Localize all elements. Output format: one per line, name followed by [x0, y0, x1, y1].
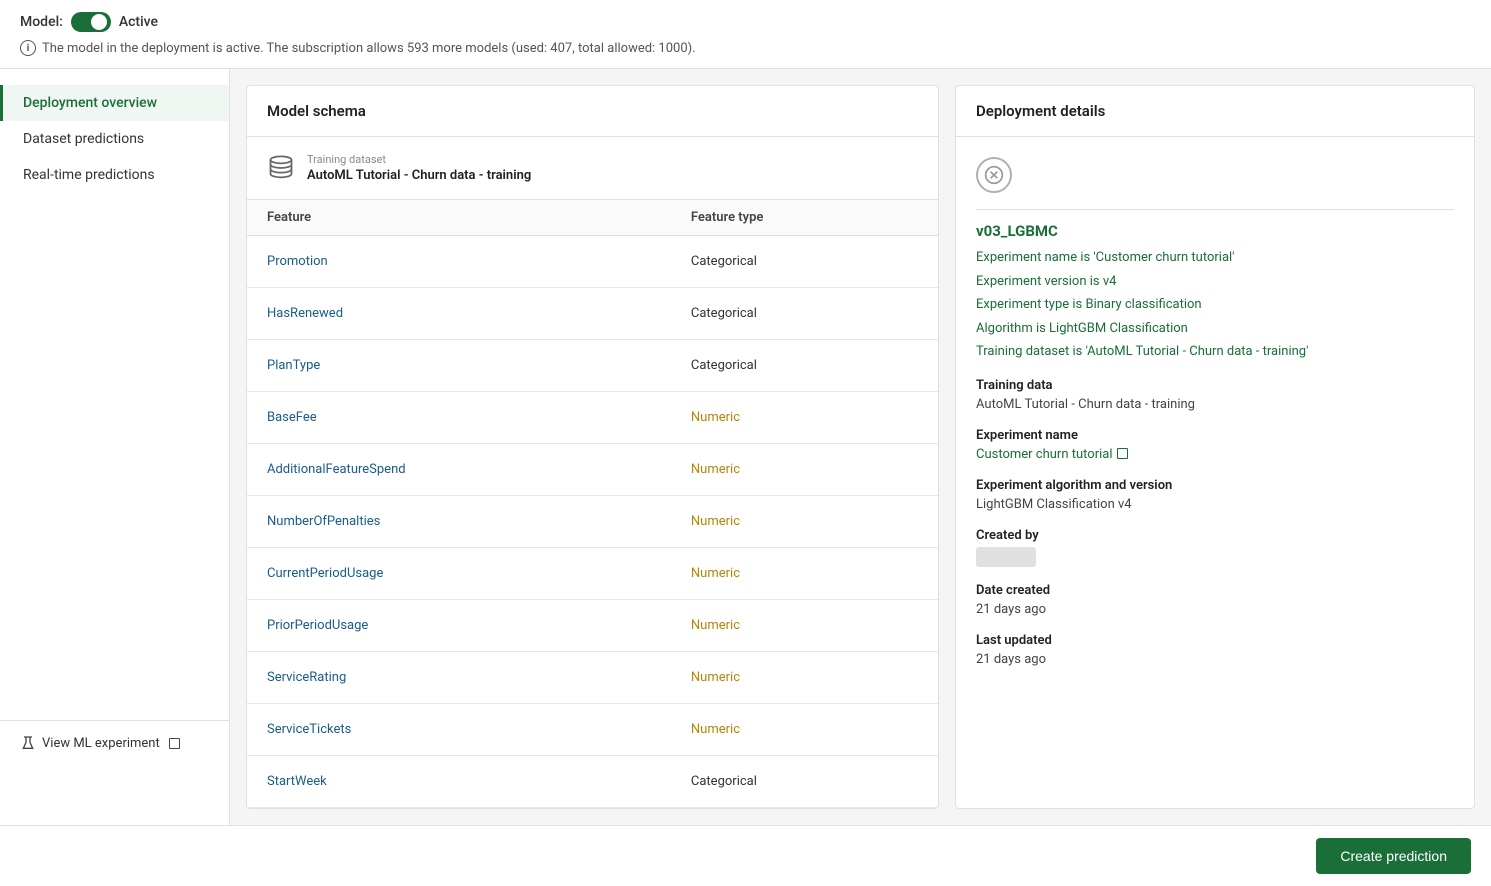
feature-name-cell: StartWeek — [247, 756, 671, 808]
content-area: Model schema Training dataset AutoML Tut… — [230, 69, 1491, 825]
sidebar-item-real-time-predictions[interactable]: Real-time predictions — [0, 157, 229, 193]
feature-name-cell: CurrentPeriodUsage — [247, 548, 671, 600]
model-x-icon — [976, 157, 1012, 193]
feature-name-cell: ServiceRating — [247, 652, 671, 704]
footer-bar: Create prediction — [0, 825, 1491, 886]
detail-section-value: 21 days ago — [976, 652, 1454, 667]
feature-type-cell: Numeric — [671, 392, 938, 444]
training-dataset-section: Training dataset AutoML Tutorial - Churn… — [247, 137, 938, 200]
table-row: StartWeekCategorical — [247, 756, 938, 808]
model-status-text: Active — [119, 14, 158, 30]
detail-section-value: AutoML Tutorial - Churn data - training — [976, 397, 1454, 412]
detail-section-label: Last updated — [976, 633, 1454, 648]
table-row: BaseFeeNumeric — [247, 392, 938, 444]
col-feature: Feature — [247, 200, 671, 236]
external-link-icon — [1117, 448, 1128, 459]
external-link-icon — [169, 738, 180, 749]
detail-line: Algorithm is LightGBM Classification — [976, 319, 1454, 339]
table-row: PlanTypeCategorical — [247, 340, 938, 392]
flask-icon — [20, 735, 36, 751]
detail-line: Experiment version is v4 — [976, 272, 1454, 292]
info-text: The model in the deployment is active. T… — [42, 41, 696, 56]
detail-section-label: Experiment algorithm and version — [976, 478, 1454, 493]
toggle-knob — [91, 14, 107, 30]
sidebar-item-dataset-predictions[interactable]: Dataset predictions — [0, 121, 229, 157]
detail-sections-container: Training data AutoML Tutorial - Churn dat… — [976, 378, 1454, 667]
feature-type-cell: Categorical — [671, 756, 938, 808]
table-row: HasRenewedCategorical — [247, 288, 938, 340]
detail-section-value: LightGBM Classification v4 — [976, 497, 1454, 512]
detail-line: Experiment type is Binary classification — [976, 295, 1454, 315]
create-prediction-button[interactable]: Create prediction — [1316, 838, 1471, 874]
model-schema-panel: Model schema Training dataset AutoML Tut… — [246, 85, 939, 809]
details-divider — [976, 209, 1454, 210]
feature-type-cell: Numeric — [671, 600, 938, 652]
feature-name-cell: ServiceTickets — [247, 704, 671, 756]
schema-table: Feature Feature type PromotionCategorica… — [247, 200, 938, 808]
detail-section: Date created 21 days ago — [976, 583, 1454, 617]
feature-name-cell: PlanType — [247, 340, 671, 392]
detail-section-value[interactable]: Customer churn tutorial — [976, 447, 1454, 462]
details-content: v03_LGBMC Experiment name is 'Customer c… — [956, 137, 1474, 808]
view-experiment-label: View ML experiment — [42, 736, 160, 751]
col-feature-type: Feature type — [671, 200, 938, 236]
detail-line: Training dataset is 'AutoML Tutorial - C… — [976, 342, 1454, 362]
model-status-row: Model: Active — [20, 12, 1471, 32]
feature-type-cell: Categorical — [671, 288, 938, 340]
detail-section: Training data AutoML Tutorial - Churn dat… — [976, 378, 1454, 412]
table-row: NumberOfPenaltiesNumeric — [247, 496, 938, 548]
top-bar: Model: Active i The model in the deploym… — [0, 0, 1491, 69]
model-label: Model: — [20, 14, 63, 30]
detail-section: Last updated 21 days ago — [976, 633, 1454, 667]
info-bar: i The model in the deployment is active.… — [20, 40, 1471, 56]
feature-type-cell: Numeric — [671, 444, 938, 496]
sidebar-item-deployment-overview[interactable]: Deployment overview — [0, 85, 229, 121]
feature-name-cell: HasRenewed — [247, 288, 671, 340]
deployment-details-panel: Deployment details v03_LGBMC — [955, 85, 1475, 809]
detail-line: Experiment name is 'Customer churn tutor… — [976, 248, 1454, 268]
sidebar: Deployment overview Dataset predictions … — [0, 69, 230, 825]
training-dataset-name: AutoML Tutorial - Churn data - training — [307, 168, 531, 183]
info-icon: i — [20, 40, 36, 56]
feature-type-cell: Categorical — [671, 340, 938, 392]
deployment-details-title: Deployment details — [956, 86, 1474, 137]
table-row: ServiceRatingNumeric — [247, 652, 938, 704]
table-row: CurrentPeriodUsageNumeric — [247, 548, 938, 600]
detail-section-label: Date created — [976, 583, 1454, 598]
detail-section-label: Created by — [976, 528, 1454, 543]
feature-type-cell: Numeric — [671, 704, 938, 756]
model-icon-row — [976, 157, 1454, 193]
detail-section: Experiment name Customer churn tutorial — [976, 428, 1454, 462]
model-toggle[interactable] — [71, 12, 111, 32]
table-row: PromotionCategorical — [247, 236, 938, 288]
feature-type-cell: Numeric — [671, 496, 938, 548]
detail-section-label: Training data — [976, 378, 1454, 393]
feature-name-cell: PriorPeriodUsage — [247, 600, 671, 652]
feature-name-cell: NumberOfPenalties — [247, 496, 671, 548]
detail-section: Created by — [976, 528, 1454, 567]
feature-type-cell: Numeric — [671, 652, 938, 704]
avatar — [976, 547, 1036, 567]
database-icon — [267, 154, 295, 182]
view-ml-experiment-link[interactable]: View ML experiment — [20, 735, 210, 751]
feature-name-cell: Promotion — [247, 236, 671, 288]
model-schema-title: Model schema — [247, 86, 938, 137]
detail-section: Experiment algorithm and version LightGBM… — [976, 478, 1454, 512]
feature-type-cell: Categorical — [671, 236, 938, 288]
model-name-heading: v03_LGBMC — [976, 222, 1454, 240]
feature-name-cell: AdditionalFeatureSpend — [247, 444, 671, 496]
training-dataset-info: Training dataset AutoML Tutorial - Churn… — [307, 153, 531, 183]
detail-section-label: Experiment name — [976, 428, 1454, 443]
table-row: AdditionalFeatureSpendNumeric — [247, 444, 938, 496]
feature-type-cell: Numeric — [671, 548, 938, 600]
training-dataset-label: Training dataset — [307, 153, 531, 166]
table-row: ServiceTicketsNumeric — [247, 704, 938, 756]
table-row: PriorPeriodUsageNumeric — [247, 600, 938, 652]
detail-section-value: 21 days ago — [976, 602, 1454, 617]
detail-lines-container: Experiment name is 'Customer churn tutor… — [976, 248, 1454, 362]
feature-name-cell: BaseFee — [247, 392, 671, 444]
